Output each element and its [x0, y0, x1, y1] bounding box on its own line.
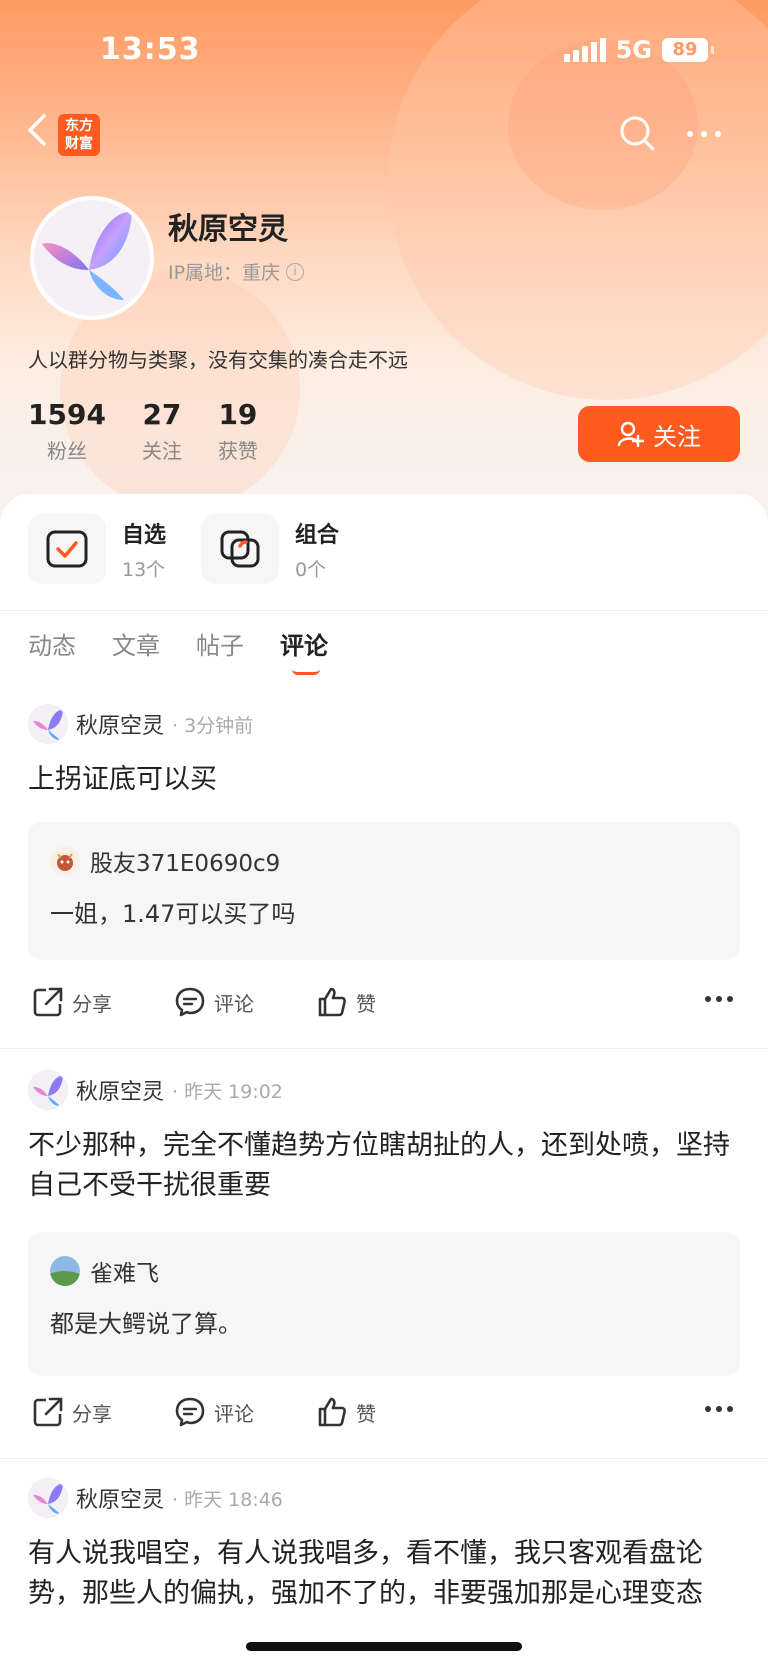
stat-label: 关注: [141, 439, 182, 463]
quote-author[interactable]: 股友371E0690c9: [90, 844, 280, 878]
quote-header: 股友371E0690c9: [50, 844, 280, 878]
post-actions: 分享 评论 赞: [28, 986, 740, 1026]
post-text: 不少那种，完全不懂趋势方位瞎胡扯的人，还到处喷，坚持自己不受干扰很重要: [28, 1130, 730, 1201]
profile-name: 秋原空灵: [168, 212, 288, 247]
share-button[interactable]: 分享: [32, 986, 112, 1018]
post-time: · 昨天 19:02: [172, 1080, 283, 1103]
signal-icon: [563, 38, 606, 62]
post-time: · 3分钟前: [172, 714, 254, 737]
comment-label: 评论: [214, 991, 254, 1016]
watchlist-icon: [28, 514, 106, 584]
thumbs-up-icon: [318, 1397, 346, 1427]
post-author[interactable]: 秋原空灵: [76, 1074, 164, 1106]
tab-comments-label: 评论: [280, 632, 328, 660]
ip-location: IP属地：重庆 i: [168, 258, 305, 285]
share-icon: [33, 1397, 63, 1427]
add-user-icon: [617, 421, 645, 448]
avatar[interactable]: [28, 1070, 68, 1110]
logo-text-line2: 财富: [65, 136, 93, 152]
mascot-watermark-icon: [508, 40, 698, 210]
share-button[interactable]: 分享: [32, 1396, 112, 1428]
tab-articles[interactable]: 文章: [112, 626, 160, 669]
post-header: 秋原空灵 · 昨天 18:46: [28, 1478, 283, 1518]
comment-icon: [175, 987, 205, 1017]
comment-label: 评论: [214, 1401, 254, 1426]
post-author[interactable]: 秋原空灵: [76, 1482, 164, 1514]
divider: [0, 610, 768, 611]
more-icon[interactable]: [704, 1404, 734, 1414]
stat-value: 19: [218, 398, 258, 431]
battery-icon: 89: [662, 38, 714, 62]
quote-header: 雀难飞: [50, 1254, 159, 1288]
active-tab-indicator: [292, 669, 320, 675]
like-button[interactable]: 赞: [316, 986, 376, 1018]
shortcut-watchlist[interactable]: 自选 13个: [28, 514, 173, 584]
post-time: · 昨天 18:46: [172, 1488, 283, 1511]
divider: [0, 1048, 768, 1049]
logo-text-line1: 东方: [65, 118, 93, 134]
shortcut-count: 13个: [122, 558, 166, 581]
avatar: [50, 1256, 80, 1286]
status-indicators: 5G 89: [563, 36, 714, 64]
shortcut-title: 组合: [295, 522, 340, 548]
comment-icon: [175, 1397, 205, 1427]
comment-button[interactable]: 评论: [174, 986, 254, 1018]
status-time: 13:53: [100, 32, 201, 67]
like-label: 赞: [356, 1401, 376, 1426]
back-arrow-icon[interactable]: [24, 112, 50, 148]
profile-avatar[interactable]: [30, 196, 154, 320]
post-header: 秋原空灵 · 3分钟前: [28, 704, 253, 744]
follow-button-label: 关注: [653, 422, 701, 451]
post-actions: 分享 评论 赞: [28, 1396, 740, 1436]
info-icon[interactable]: i: [286, 262, 305, 281]
post-header: 秋原空灵 · 昨天 19:02: [28, 1070, 283, 1110]
shortcut-title: 自选: [122, 522, 167, 548]
profile-bio: 人以群分物与类聚，没有交集的凑合走不远: [28, 348, 408, 372]
quote-text: 都是大鳄说了算。: [50, 1310, 242, 1338]
stat-following[interactable]: 27 关注: [142, 398, 182, 464]
portfolio-icon: [201, 514, 279, 584]
home-indicator: [246, 1642, 522, 1651]
like-label: 赞: [356, 991, 376, 1016]
share-icon: [33, 987, 63, 1017]
avatar: [50, 846, 80, 876]
stat-label: 粉丝: [46, 439, 87, 463]
post-text: 上拐证底可以买: [28, 764, 217, 795]
avatar[interactable]: [28, 704, 68, 744]
comment-button[interactable]: 评论: [174, 1396, 254, 1428]
quote-author[interactable]: 雀难飞: [90, 1254, 159, 1288]
shortcut-count: 0个: [295, 558, 327, 581]
content-tabs: 动态 文章 帖子 评论: [28, 626, 328, 675]
divider: [0, 1458, 768, 1459]
quoted-comment[interactable]: 股友371E0690c9 一姐，1.47可以买了吗: [28, 822, 740, 960]
stat-followers[interactable]: 1594 粉丝: [28, 398, 106, 464]
thumbs-up-icon: [318, 987, 346, 1017]
search-icon[interactable]: [618, 114, 658, 154]
more-icon[interactable]: [704, 994, 734, 1004]
like-button[interactable]: 赞: [316, 1396, 376, 1428]
tab-activity[interactable]: 动态: [28, 626, 76, 669]
profile-stats: 1594 粉丝 27 关注 19 获赞: [28, 398, 258, 464]
stat-label: 获赞: [217, 439, 258, 463]
share-label: 分享: [72, 1401, 112, 1426]
follow-button[interactable]: 关注: [578, 406, 740, 462]
tab-posts[interactable]: 帖子: [196, 626, 244, 669]
stat-value: 27: [142, 398, 182, 431]
shortcut-row: 自选 13个 组合 0个: [28, 514, 346, 584]
avatar[interactable]: [28, 1478, 68, 1518]
more-options-icon[interactable]: [684, 124, 724, 144]
network-type: 5G: [615, 36, 652, 64]
post-text: 有人说我唱空，有人说我唱多，看不懂，我只客观看盘论势，那些人的偏执，强加不了的，…: [28, 1538, 703, 1609]
stat-value: 1594: [28, 398, 106, 431]
quote-text: 一姐，1.47可以买了吗: [50, 900, 296, 928]
butterfly-avatar-image: [42, 211, 132, 300]
tab-comments[interactable]: 评论: [280, 626, 328, 675]
stat-likes[interactable]: 19 获赞: [218, 398, 258, 464]
post-author[interactable]: 秋原空灵: [76, 708, 164, 740]
app-logo: 东方 财富: [58, 114, 100, 156]
quoted-comment[interactable]: 雀难飞 都是大鳄说了算。: [28, 1232, 740, 1376]
ip-location-text: IP属地：重庆: [168, 262, 281, 284]
share-label: 分享: [72, 991, 112, 1016]
shortcut-portfolio[interactable]: 组合 0个: [201, 514, 346, 584]
